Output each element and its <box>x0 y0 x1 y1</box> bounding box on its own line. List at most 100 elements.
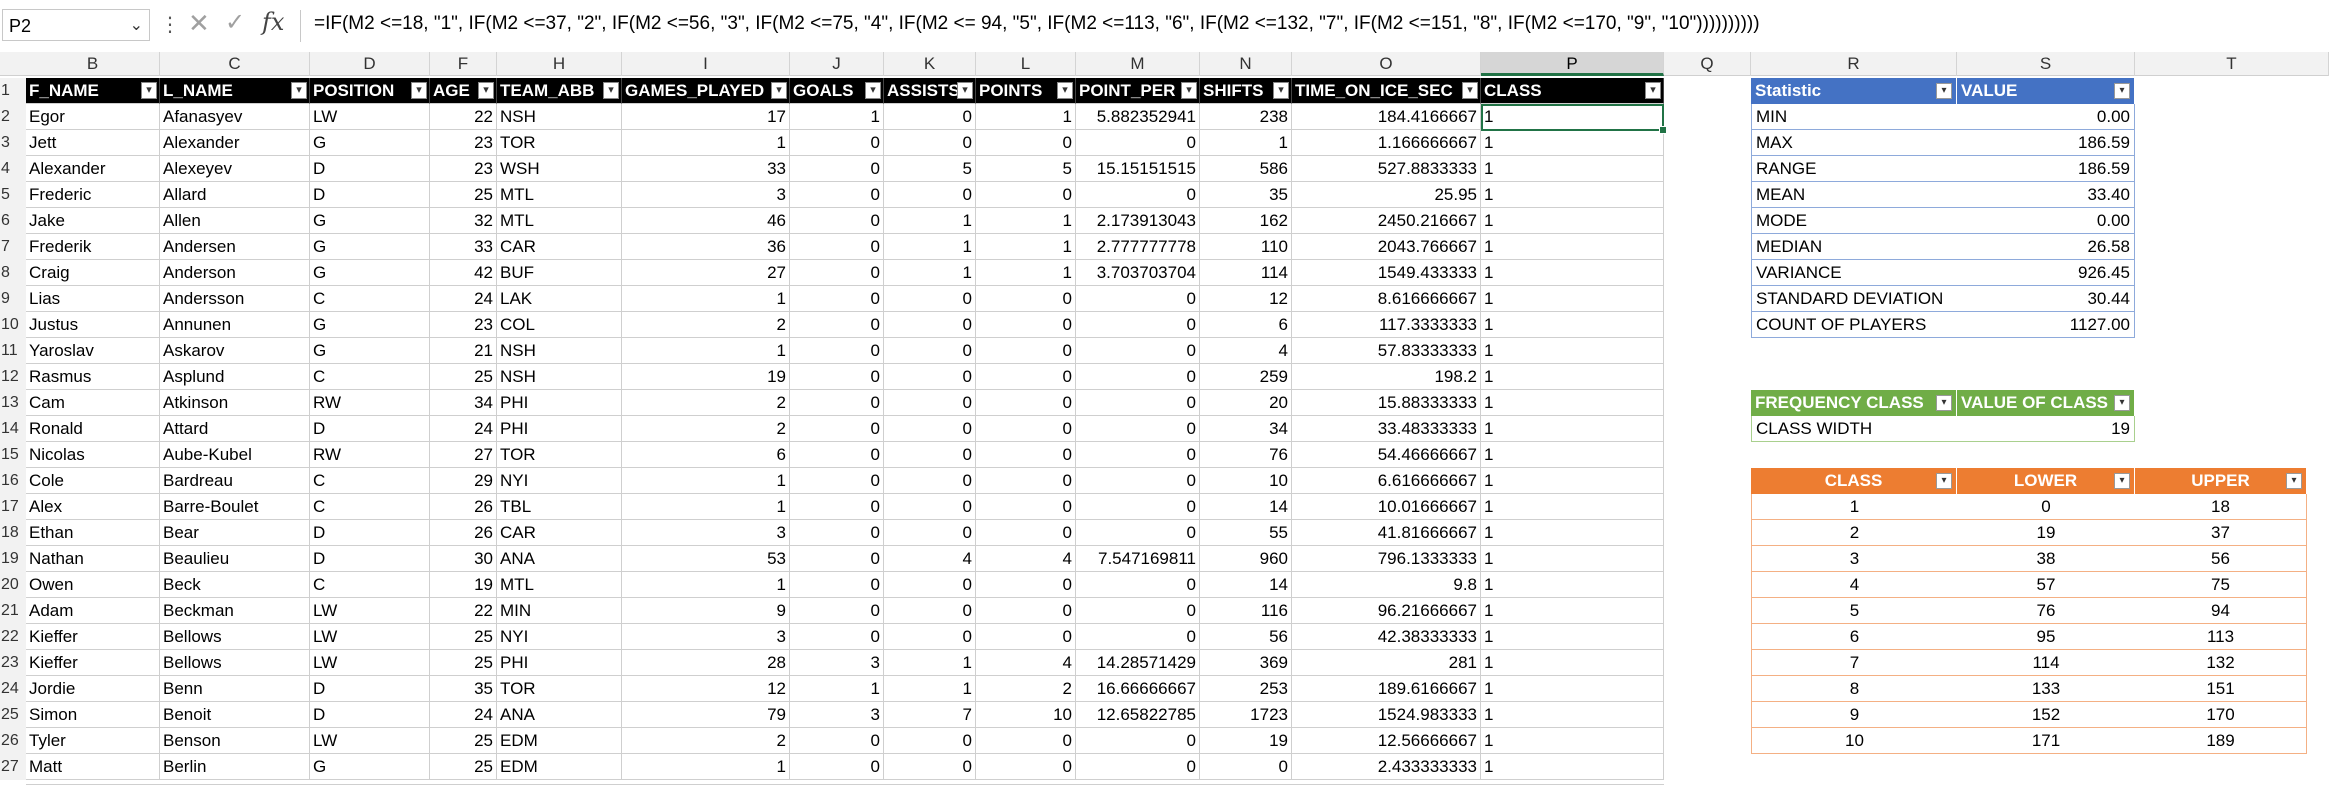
table-cell[interactable]: 0 <box>790 754 884 780</box>
table-cell[interactable]: 1 <box>1481 624 1664 650</box>
stats-cell[interactable]: MIN <box>1751 104 1957 130</box>
table-cell[interactable]: NYI <box>497 468 622 494</box>
table-cell[interactable]: 0 <box>790 468 884 494</box>
table-cell[interactable]: 1 <box>622 338 790 364</box>
table-cell[interactable]: 0 <box>790 234 884 260</box>
table-cell[interactable]: 0 <box>884 130 976 156</box>
table-cell[interactable]: 1 <box>1481 598 1664 624</box>
filter-dropdown-icon[interactable]: ▾ <box>2286 473 2302 489</box>
table-cell[interactable]: Allen <box>160 208 310 234</box>
formula-input[interactable]: =IF(M2 <=18, "1", IF(M2 <=37, "2", IF(M2… <box>314 13 1760 35</box>
class-cell[interactable]: 94 <box>2135 598 2307 624</box>
table-cell[interactable]: 32 <box>430 208 497 234</box>
class-cell[interactable]: 4 <box>1751 572 1957 598</box>
table-cell[interactable]: 42 <box>430 260 497 286</box>
row-header-21[interactable]: 21 <box>0 598 26 624</box>
row-header-27[interactable]: 27 <box>0 754 26 780</box>
row-header-13[interactable]: 13 <box>0 390 26 416</box>
table-cell[interactable]: 0 <box>884 728 976 754</box>
table-cell[interactable]: 1 <box>976 234 1076 260</box>
table-cell[interactable]: D <box>310 702 430 728</box>
row-header-26[interactable]: 26 <box>0 728 26 754</box>
table-cell[interactable]: Beaulieu <box>160 546 310 572</box>
column-header-i[interactable]: I <box>622 52 790 76</box>
table-cell[interactable]: 0 <box>1076 182 1200 208</box>
table-cell[interactable]: Matt <box>26 754 160 780</box>
table-cell[interactable]: Allard <box>160 182 310 208</box>
row-header-17[interactable]: 17 <box>0 494 26 520</box>
column-header-l[interactable]: L <box>976 52 1076 76</box>
column-header-s[interactable]: S <box>1957 52 2135 76</box>
table-cell[interactable]: 0 <box>1076 364 1200 390</box>
filter-dropdown-icon[interactable]: ▾ <box>865 82 881 99</box>
table-cell[interactable]: 198.2 <box>1292 364 1481 390</box>
row-header-10[interactable]: 10 <box>0 312 26 338</box>
table-cell[interactable]: 586 <box>1200 156 1292 182</box>
table-cell[interactable]: 0 <box>884 572 976 598</box>
table-cell[interactable]: 0 <box>1076 624 1200 650</box>
table-cell[interactable]: 1 <box>1481 520 1664 546</box>
stats-cell[interactable]: STANDARD DEVIATION <box>1751 286 1957 312</box>
table-cell[interactable]: 117.3333333 <box>1292 312 1481 338</box>
table-cell[interactable]: 36 <box>622 234 790 260</box>
table-cell[interactable]: G <box>310 130 430 156</box>
table-cell[interactable]: 281 <box>1292 650 1481 676</box>
table-cell[interactable]: 23 <box>430 130 497 156</box>
table-cell[interactable]: 1 <box>884 234 976 260</box>
table-cell[interactable]: 960 <box>1200 546 1292 572</box>
table-cell[interactable]: 14.28571429 <box>1076 650 1200 676</box>
table-cell[interactable]: Rasmus <box>26 364 160 390</box>
table-cell[interactable]: PHI <box>497 416 622 442</box>
table-cell[interactable]: 1549.433333 <box>1292 260 1481 286</box>
stats-cell[interactable]: VARIANCE <box>1751 260 1957 286</box>
table-cell[interactable]: 7 <box>884 702 976 728</box>
table-cell[interactable]: 0 <box>976 572 1076 598</box>
class-cell[interactable]: 76 <box>1957 598 2135 624</box>
filter-dropdown-icon[interactable]: ▾ <box>1645 82 1661 99</box>
filter-dropdown-icon[interactable]: ▾ <box>411 82 427 99</box>
table-cell[interactable]: 0 <box>1076 312 1200 338</box>
row-header-2[interactable]: 2 <box>0 104 26 130</box>
table-cell[interactable]: 0 <box>790 390 884 416</box>
table-cell[interactable]: 0 <box>884 338 976 364</box>
table-cell[interactable]: 0 <box>790 416 884 442</box>
stats-cell[interactable]: MODE <box>1751 208 1957 234</box>
table-cell[interactable]: 46 <box>622 208 790 234</box>
table-cell[interactable]: D <box>310 546 430 572</box>
table-cell[interactable]: 10.01666667 <box>1292 494 1481 520</box>
column-header-assists[interactable]: ASSISTS ▾ <box>884 78 976 104</box>
table-cell[interactable]: 2450.216667 <box>1292 208 1481 234</box>
stats-cell[interactable]: 30.44 <box>1957 286 2135 312</box>
table-cell[interactable]: D <box>310 182 430 208</box>
table-cell[interactable]: 796.1333333 <box>1292 546 1481 572</box>
table-cell[interactable]: 76 <box>1200 442 1292 468</box>
column-header-shifts[interactable]: SHIFTS ▾ <box>1200 78 1292 104</box>
table-cell[interactable]: 10 <box>1200 468 1292 494</box>
row-header-23[interactable]: 23 <box>0 650 26 676</box>
row-header-8[interactable]: 8 <box>0 260 26 286</box>
table-cell[interactable]: LW <box>310 650 430 676</box>
table-cell[interactable]: Nicolas <box>26 442 160 468</box>
table-cell[interactable]: 1 <box>1481 494 1664 520</box>
table-cell[interactable]: RW <box>310 390 430 416</box>
class-cell[interactable]: 171 <box>1957 728 2135 754</box>
class-cell[interactable]: 170 <box>2135 702 2307 728</box>
table-cell[interactable]: 1 <box>884 208 976 234</box>
filter-dropdown-icon[interactable]: ▾ <box>1273 82 1289 99</box>
table-cell[interactable]: 1 <box>1481 546 1664 572</box>
table-cell[interactable]: 22 <box>430 104 497 130</box>
table-cell[interactable]: 15.88333333 <box>1292 390 1481 416</box>
table-cell[interactable]: Beckman <box>160 598 310 624</box>
table-cell[interactable]: 20 <box>1200 390 1292 416</box>
stats-header[interactable]: VALUE ▾ <box>1957 78 2135 104</box>
class-cell[interactable]: 19 <box>1957 520 2135 546</box>
table-cell[interactable]: TOR <box>497 130 622 156</box>
table-cell[interactable]: NSH <box>497 338 622 364</box>
table-cell[interactable]: Askarov <box>160 338 310 364</box>
table-cell[interactable]: ANA <box>497 702 622 728</box>
table-cell[interactable]: 1 <box>1481 468 1664 494</box>
table-cell[interactable]: Ethan <box>26 520 160 546</box>
table-cell[interactable]: 22 <box>430 598 497 624</box>
table-cell[interactable]: 0 <box>1076 754 1200 780</box>
class-cell[interactable]: 113 <box>2135 624 2307 650</box>
